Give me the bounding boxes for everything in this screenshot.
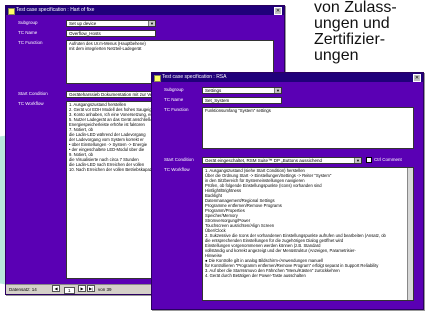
start-condition-label: Start Condition [18, 91, 48, 96]
scrollbar[interactable] [407, 168, 413, 300]
tc-function-line: Funktionsumfang "System" settings [205, 108, 271, 113]
record-label: Datensatz: 14 [9, 287, 37, 292]
caption-line: Zertifizier- [314, 31, 386, 48]
tc-function-label: TC Function [164, 107, 189, 112]
start-condition-label: Start Condition [164, 157, 194, 162]
window-titlebar[interactable]: Test case specification : Hart of fixe ✕ [6, 6, 284, 15]
background-caption: von Zulass- ungen und Zertifizier- ungen [314, 0, 426, 64]
start-condition-select[interactable]: Gerät eingeschaltet, RSM Suite™ DP „Butt… [202, 157, 362, 164]
chevron-down-icon[interactable]: ▼ [148, 21, 155, 26]
tc-name-field[interactable]: Overflow_Hosts [66, 30, 156, 37]
ctrl-comment-label: Ctrl Comment [374, 157, 402, 163]
window-title: Test case specification : Hart of fixe [16, 7, 95, 13]
record-total: von 39 [98, 287, 112, 292]
subgroup-select[interactable]: Set up device ▼ [66, 20, 156, 27]
caption-line: von Zulass- [314, 0, 397, 16]
subgroup-select[interactable]: Settings ▼ [202, 87, 282, 94]
subgroup-label: Subgroup [18, 20, 38, 25]
close-icon[interactable]: ✕ [274, 7, 282, 15]
caption-line: ungen [314, 47, 359, 64]
tc-function-field[interactable]: Funktionsumfang "System" settings [202, 107, 414, 149]
chevron-down-icon[interactable]: ▼ [354, 158, 361, 163]
window-title: Test case specification : RSA [162, 74, 227, 80]
tc-name-field[interactable]: Set_System [202, 97, 282, 104]
tc-workflow-field[interactable]: 1. Ausgangszustand (siehe Start Conditio… [202, 167, 414, 301]
app-icon [154, 75, 161, 82]
subgroup-value: Settings [205, 88, 222, 93]
prev-record-button[interactable]: ◀ [52, 285, 60, 292]
subgroup-label: Subgroup [164, 87, 184, 92]
tc-function-line: mit dem integrierten Netzteil-Ladegerät [69, 46, 142, 51]
last-record-button[interactable]: ▶| [87, 285, 95, 292]
tc-workflow-label: TC Workflow [18, 101, 44, 106]
chevron-down-icon[interactable]: ▼ [274, 88, 281, 93]
ctrl-comment-checkbox[interactable]: Ctrl Comment [366, 157, 402, 163]
tc-name-value: Overflow_Hosts [69, 31, 101, 36]
test-case-window-front[interactable]: Test case specification : RSA ✕ Subgroup… [151, 72, 424, 310]
tc-name-label: TC Name [18, 30, 38, 35]
window-titlebar[interactable]: Test case specification : RSA ✕ [152, 73, 423, 82]
record-number[interactable]: 1 [64, 287, 75, 294]
tc-name-value: Set_System [205, 98, 230, 103]
tc-function-label: TC Function [18, 40, 43, 45]
workflow-line: 4. Gerät durch Betätigen der Power-Taste… [205, 273, 306, 278]
caption-line: ungen und [314, 15, 390, 32]
tc-workflow-label: TC Workflow [164, 167, 190, 172]
subgroup-value: Set up device [69, 21, 97, 26]
tc-name-label: TC Name [164, 97, 184, 102]
checkbox-box[interactable] [366, 157, 372, 163]
app-icon [8, 8, 15, 15]
next-record-button[interactable]: ▶ [78, 285, 86, 292]
start-condition-value: Gerät eingeschaltet, RSM Suite™ DP „Butt… [205, 158, 322, 163]
close-icon[interactable]: ✕ [413, 74, 421, 82]
